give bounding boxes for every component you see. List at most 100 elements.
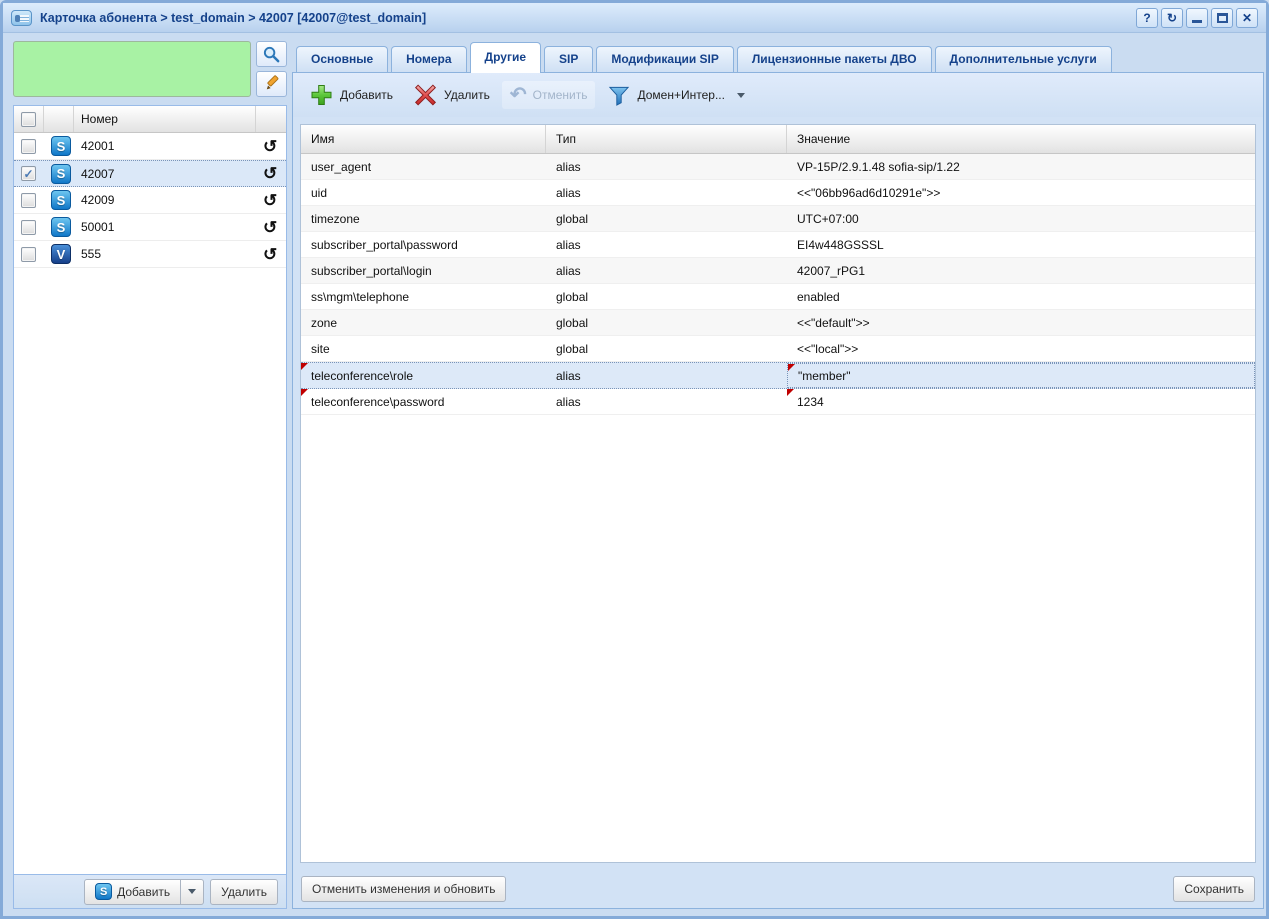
tab-sip[interactable]: SIP	[544, 46, 593, 72]
column-header-type[interactable]: Тип	[546, 125, 787, 153]
help-icon[interactable]: ?	[1136, 8, 1158, 28]
delete-property-button[interactable]: Удалить	[405, 79, 498, 111]
subscriber-row[interactable]: S 42001 ↺	[14, 133, 286, 160]
sip-subscriber-icon: S	[95, 883, 112, 900]
property-type: alias	[546, 258, 787, 283]
refresh-icon[interactable]: ↻	[1161, 8, 1183, 28]
domain-filter-button[interactable]: Домен+Интер...	[599, 80, 752, 111]
property-name: timezone	[301, 206, 546, 231]
search-icon	[262, 45, 281, 64]
row-checkbox[interactable]	[21, 220, 36, 235]
property-row[interactable]: teleconference\password alias 1234	[301, 389, 1255, 415]
properties-toolbar: Добавить Удалить ↶ Отменить	[293, 73, 1263, 117]
select-all-checkbox[interactable]	[21, 112, 36, 127]
maximize-icon[interactable]	[1211, 8, 1233, 28]
close-icon[interactable]: ✕	[1236, 8, 1258, 28]
add-subscriber-split-button: S Добавить	[84, 879, 204, 905]
column-header-value[interactable]: Значение	[787, 125, 1255, 153]
property-value: <<"local">>	[787, 336, 1255, 361]
properties-box: Добавить Удалить ↶ Отменить	[292, 72, 1264, 909]
subscriber-row[interactable]: ✓ S 42007 ↺	[14, 160, 286, 187]
property-type: alias	[546, 180, 787, 205]
number-column-header[interactable]: Номер	[74, 106, 256, 132]
search-button[interactable]	[256, 41, 287, 67]
property-row-selected[interactable]: teleconference\role alias "member"	[301, 362, 1255, 389]
delete-subscriber-button[interactable]: Удалить	[210, 879, 278, 905]
window-title: Карточка абонента > test_domain > 42007 …	[40, 11, 1128, 25]
property-row[interactable]: user_agent alias VP-15P/2.9.1.48 sofia-s…	[301, 154, 1255, 180]
tab-nomera[interactable]: Номера	[391, 46, 466, 72]
minimize-icon[interactable]	[1186, 8, 1208, 28]
add-subscriber-button[interactable]: S Добавить	[84, 879, 181, 905]
grid-empty-area	[301, 415, 1255, 862]
tab-osnovnye[interactable]: Основные	[296, 46, 388, 72]
property-name: site	[301, 336, 546, 361]
row-checkbox[interactable]: ✓	[21, 166, 36, 181]
edit-button[interactable]	[256, 71, 287, 97]
subscriber-row[interactable]: S 42009 ↺	[14, 187, 286, 214]
history-icon[interactable]: ↺	[263, 138, 277, 155]
subscriber-list-footer: S Добавить Удалить	[14, 874, 286, 908]
search-note-field[interactable]	[13, 41, 251, 97]
revert-and-refresh-button[interactable]: Отменить изменения и обновить	[301, 876, 506, 902]
property-type: global	[546, 206, 787, 231]
sip-subscriber-icon: S	[51, 217, 71, 237]
property-value: EI4w448GSSSL	[787, 232, 1255, 257]
add-subscriber-dropdown[interactable]	[181, 879, 204, 905]
funnel-icon	[607, 84, 631, 107]
undo-property-button[interactable]: ↶ Отменить	[502, 81, 596, 109]
subscriber-card-icon	[11, 10, 32, 26]
property-name: ss\mgm\telephone	[301, 284, 546, 309]
property-value: <<"default">>	[787, 310, 1255, 335]
property-row[interactable]: subscriber_portal\password alias EI4w448…	[301, 232, 1255, 258]
properties-grid: Имя Тип Значение user_agent alias VP-15P…	[300, 124, 1256, 863]
properties-content: Имя Тип Значение user_agent alias VP-15P…	[293, 117, 1263, 870]
property-type: global	[546, 284, 787, 309]
sidebar-search-area	[13, 41, 287, 99]
tab-modifikacii-sip[interactable]: Модификации SIP	[596, 46, 734, 72]
row-checkbox[interactable]	[21, 139, 36, 154]
history-icon[interactable]: ↺	[263, 246, 277, 263]
property-row[interactable]: site global <<"local">>	[301, 336, 1255, 362]
titlebar: Карточка абонента > test_domain > 42007 …	[3, 3, 1266, 33]
property-value: VP-15P/2.9.1.48 sofia-sip/1.22	[787, 154, 1255, 179]
property-name: user_agent	[301, 154, 546, 179]
sip-subscriber-icon: S	[51, 190, 71, 210]
subscriber-row[interactable]: V 555 ↺	[14, 241, 286, 268]
save-button[interactable]: Сохранить	[1173, 876, 1255, 902]
property-name: subscriber_portal\password	[301, 232, 546, 257]
property-row[interactable]: ss\mgm\telephone global enabled	[301, 284, 1255, 310]
red-x-icon	[413, 83, 438, 107]
sip-subscriber-icon: S	[51, 136, 71, 156]
history-icon[interactable]: ↺	[263, 192, 277, 209]
property-name: teleconference\role	[301, 363, 546, 388]
pencil-icon	[263, 75, 281, 93]
row-checkbox[interactable]	[21, 247, 36, 262]
add-property-button[interactable]: Добавить	[301, 79, 401, 111]
tab-licenzionnye-pakety-dvo[interactable]: Лицензионные пакеты ДВО	[737, 46, 932, 72]
tabstrip: Основные Номера Другие SIP Модификации S…	[292, 41, 1264, 72]
property-type: alias	[546, 154, 787, 179]
subscriber-number: 42001	[74, 139, 256, 153]
delete-property-label: Удалить	[444, 88, 490, 102]
property-row[interactable]: subscriber_portal\login alias 42007_rPG1	[301, 258, 1255, 284]
main-footer: Отменить изменения и обновить Сохранить	[293, 870, 1263, 908]
property-value[interactable]: "member"	[787, 363, 1255, 388]
row-checkbox[interactable]	[21, 193, 36, 208]
subscriber-row[interactable]: S 50001 ↺	[14, 214, 286, 241]
subscriber-number: 42007	[74, 167, 256, 181]
column-header-name[interactable]: Имя	[301, 125, 546, 153]
property-row[interactable]: uid alias <<"06bb96ad6d10291e">>	[301, 180, 1255, 206]
add-property-label: Добавить	[340, 88, 393, 102]
property-value: UTC+07:00	[787, 206, 1255, 231]
modified-marker	[788, 364, 795, 371]
subscriber-card-window: Карточка абонента > test_domain > 42007 …	[0, 0, 1269, 919]
virtual-subscriber-icon: V	[51, 244, 71, 264]
tab-drugie[interactable]: Другие	[470, 42, 541, 73]
property-row[interactable]: timezone global UTC+07:00	[301, 206, 1255, 232]
property-row[interactable]: zone global <<"default">>	[301, 310, 1255, 336]
property-name: uid	[301, 180, 546, 205]
tab-dopolnitelnye-uslugi[interactable]: Дополнительные услуги	[935, 46, 1112, 72]
history-icon[interactable]: ↺	[263, 165, 277, 182]
history-icon[interactable]: ↺	[263, 219, 277, 236]
